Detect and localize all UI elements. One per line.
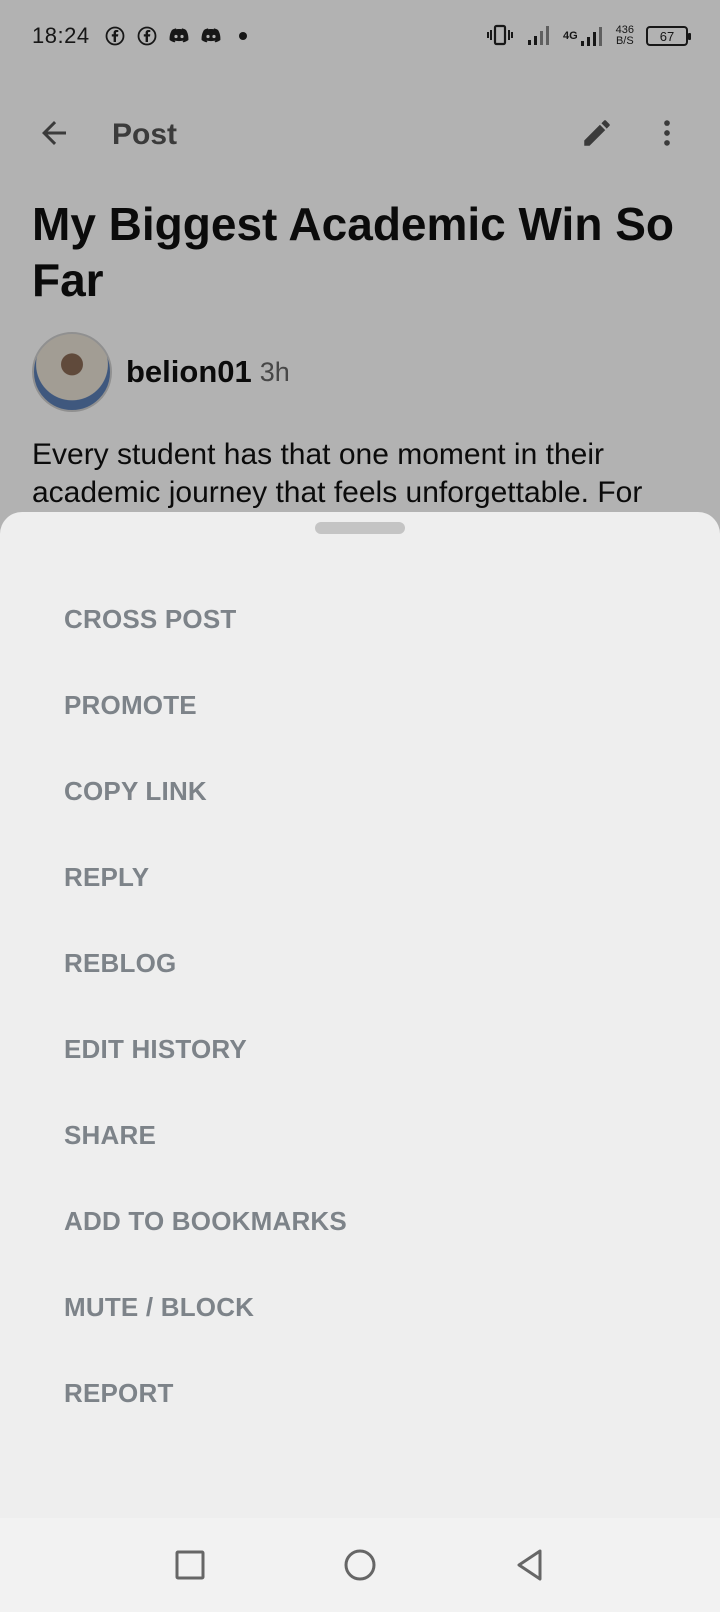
options-bottom-sheet: CROSS POST PROMOTE COPY LINK REPLY REBLO…	[0, 512, 720, 1518]
menu-item-add-to-bookmarks[interactable]: ADD TO BOOKMARKS	[0, 1178, 720, 1264]
back-triangle-icon[interactable]	[510, 1545, 550, 1585]
menu-item-copy-link[interactable]: COPY LINK	[0, 748, 720, 834]
menu-item-reblog[interactable]: REBLOG	[0, 920, 720, 1006]
menu-item-edit-history[interactable]: EDIT HISTORY	[0, 1006, 720, 1092]
navigation-bar	[0, 1518, 720, 1612]
options-menu: CROSS POST PROMOTE COPY LINK REPLY REBLO…	[0, 576, 720, 1436]
home-circle-icon[interactable]	[340, 1545, 380, 1585]
menu-item-report[interactable]: REPORT	[0, 1350, 720, 1436]
menu-item-cross-post[interactable]: CROSS POST	[0, 576, 720, 662]
menu-item-mute-block[interactable]: MUTE / BLOCK	[0, 1264, 720, 1350]
menu-item-share[interactable]: SHARE	[0, 1092, 720, 1178]
recents-square-icon[interactable]	[170, 1545, 210, 1585]
drag-handle[interactable]	[315, 522, 405, 534]
menu-item-promote[interactable]: PROMOTE	[0, 662, 720, 748]
menu-item-reply[interactable]: REPLY	[0, 834, 720, 920]
